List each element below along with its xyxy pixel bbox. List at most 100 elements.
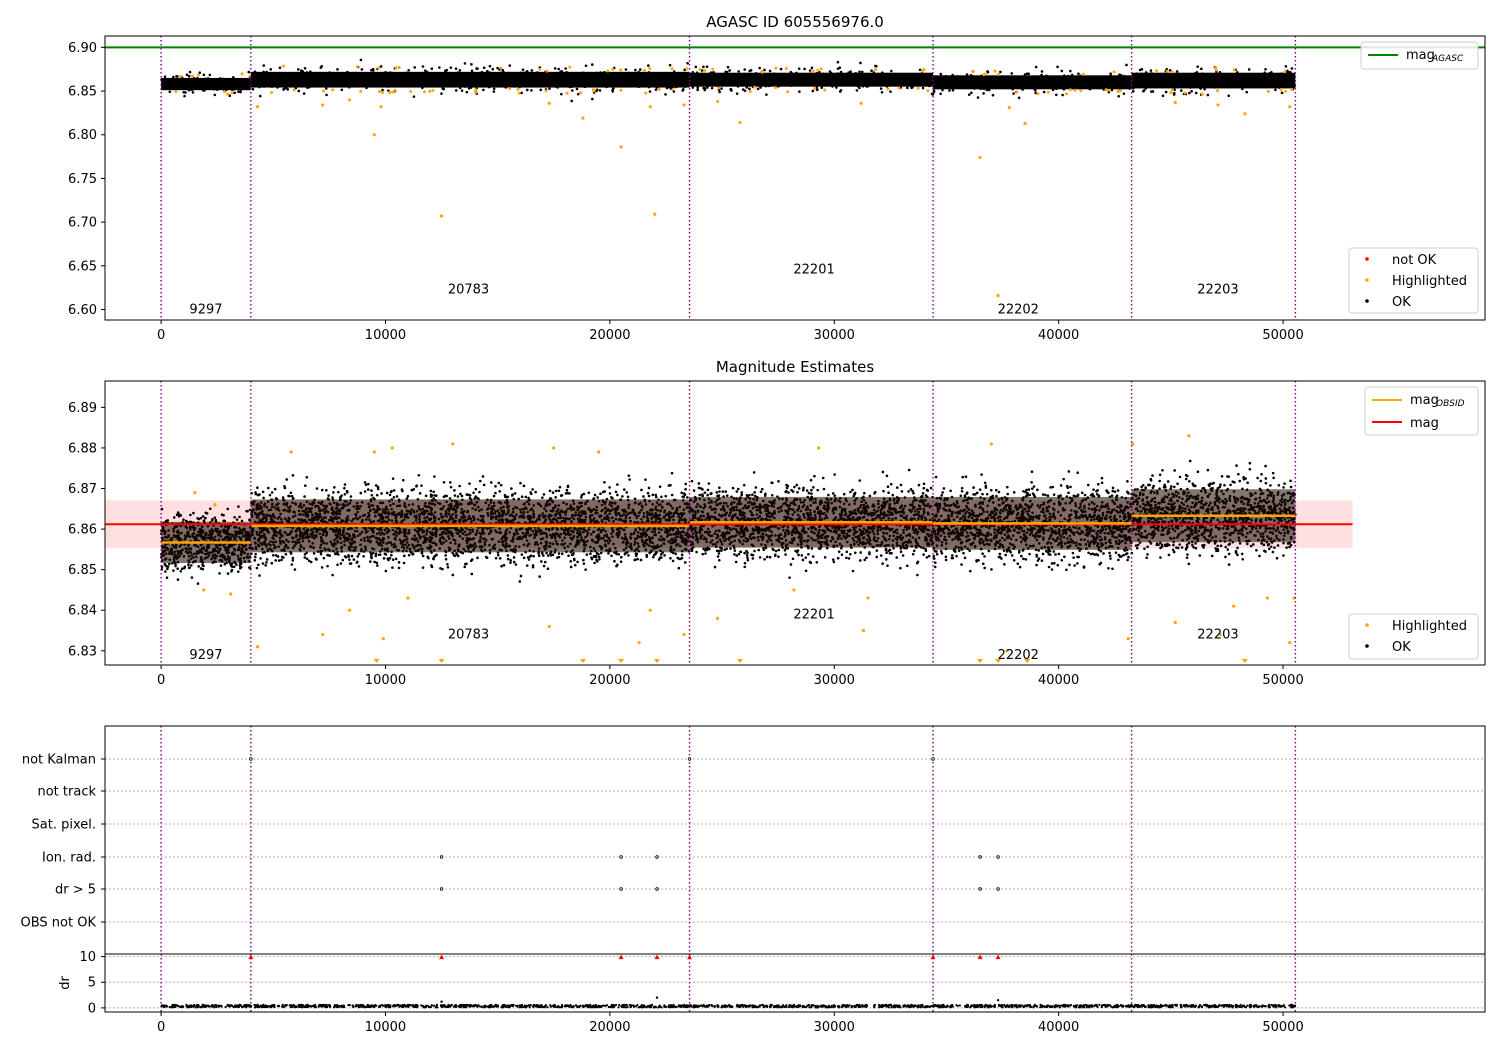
highlighted-point xyxy=(698,68,702,72)
ok-point xyxy=(287,494,290,498)
ok-point xyxy=(756,87,760,91)
ok-point xyxy=(220,85,223,89)
ok-point xyxy=(506,554,510,557)
ok-point xyxy=(681,495,685,498)
highlighted-point xyxy=(1065,92,1069,96)
ok-point xyxy=(686,61,689,65)
ok-point xyxy=(619,555,623,559)
ok-point xyxy=(380,492,383,495)
ok-point xyxy=(201,88,205,92)
highlighted-point xyxy=(1290,87,1294,91)
highlighted-point xyxy=(581,116,585,120)
ok-point xyxy=(243,84,247,88)
highlighted-point xyxy=(738,120,742,125)
ok-point xyxy=(456,71,460,74)
ok-point xyxy=(442,495,446,499)
ok-point xyxy=(622,72,625,76)
ok-point xyxy=(433,475,436,478)
ok-point xyxy=(172,569,175,572)
ok-point xyxy=(253,70,257,73)
ok-point xyxy=(1201,72,1204,75)
ok-point xyxy=(746,84,749,87)
ok-point xyxy=(1246,83,1250,86)
ok-point xyxy=(539,88,543,92)
highlighted-point xyxy=(619,68,623,72)
ok-point xyxy=(1079,78,1082,81)
ok-point xyxy=(336,563,339,567)
highlighted-point xyxy=(439,214,444,218)
ok-point xyxy=(226,572,230,575)
highlighted-point xyxy=(359,89,363,93)
ok-point xyxy=(1159,84,1162,88)
ok-point xyxy=(412,95,416,98)
ok-point xyxy=(268,493,272,497)
ok-point xyxy=(557,552,561,555)
ok-point xyxy=(1241,80,1244,83)
ok-point xyxy=(296,74,300,78)
ok-point xyxy=(615,552,618,556)
highlighted-point xyxy=(240,72,244,76)
ok-point xyxy=(429,489,433,493)
ok-point xyxy=(372,71,376,75)
ok-point xyxy=(471,82,474,86)
highlighted-point xyxy=(753,85,757,89)
ok-point xyxy=(264,564,267,567)
ok-point xyxy=(1291,82,1295,85)
ok-point xyxy=(421,554,425,558)
ok-point xyxy=(439,76,443,80)
ok-point xyxy=(532,554,535,558)
ok-point xyxy=(174,564,177,568)
ok-point xyxy=(278,73,281,76)
ok-point xyxy=(1089,82,1092,86)
ok-point xyxy=(191,82,195,85)
ok-point xyxy=(584,80,588,84)
ok-point xyxy=(529,491,532,494)
ok-point xyxy=(1005,78,1008,82)
ok-point xyxy=(1025,77,1028,81)
ok-point xyxy=(1096,80,1100,84)
highlighted-point xyxy=(1183,91,1187,95)
ok-point xyxy=(1247,68,1251,71)
ok-point xyxy=(655,73,658,76)
ok-point xyxy=(798,78,801,81)
ok-point xyxy=(319,83,323,87)
ok-point xyxy=(389,78,392,81)
ok-point xyxy=(510,494,514,497)
highlighted-point xyxy=(538,67,542,71)
ok-point xyxy=(290,494,294,498)
ok-point xyxy=(696,86,699,89)
ok-point xyxy=(806,73,810,77)
ok-point xyxy=(497,83,500,86)
highlighted-point xyxy=(1200,92,1204,96)
ok-point xyxy=(558,485,562,489)
ok-point xyxy=(189,513,192,517)
ok-point xyxy=(1039,80,1043,83)
highlighted-point xyxy=(545,69,549,73)
ok-point xyxy=(1010,72,1014,75)
ok-point xyxy=(683,561,687,564)
ok-point xyxy=(597,555,601,559)
highlighted-point xyxy=(174,89,178,93)
ok-point xyxy=(703,78,707,82)
ok-point xyxy=(985,75,989,79)
ok-point xyxy=(634,558,637,561)
highlighted-point xyxy=(321,103,325,107)
ok-point xyxy=(836,72,840,75)
ok-point xyxy=(1036,75,1040,78)
highlighted-point xyxy=(516,87,520,91)
ok-point xyxy=(364,483,368,487)
ok-point xyxy=(489,79,493,82)
ok-point xyxy=(291,559,295,562)
ok-point xyxy=(1008,83,1012,87)
ok-point xyxy=(903,76,906,80)
ok-point xyxy=(667,484,671,487)
ok-point xyxy=(770,76,773,79)
ok-point xyxy=(798,80,801,84)
ok-point xyxy=(1062,79,1066,82)
ok-point xyxy=(995,80,998,84)
ok-point xyxy=(253,555,257,559)
highlighted-point xyxy=(355,65,359,69)
ok-point xyxy=(370,68,373,72)
highlighted-point xyxy=(711,67,715,71)
ok-point xyxy=(235,85,238,88)
